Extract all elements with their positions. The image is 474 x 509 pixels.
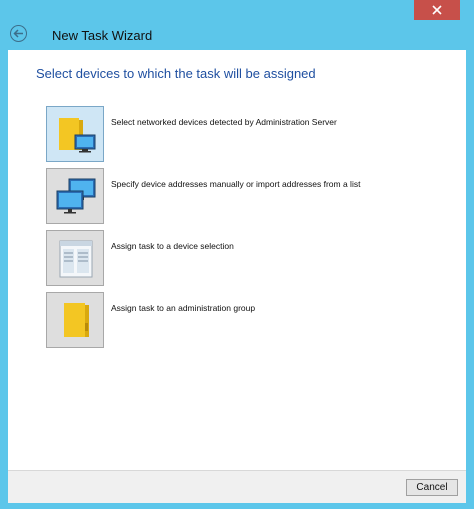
close-icon — [432, 5, 442, 15]
option-label: Assign task to a device selection — [111, 241, 234, 251]
wizard-content: Select devices to which the task will be… — [8, 50, 466, 470]
option-label: Select networked devices detected by Adm… — [111, 117, 337, 127]
device-selection-icon — [59, 240, 93, 278]
footer: Cancel — [8, 470, 466, 503]
option-tile[interactable] — [46, 230, 104, 286]
option-networked-devices[interactable]: Select networked devices detected by Adm… — [46, 106, 446, 162]
option-label: Assign task to an administration group — [111, 303, 256, 313]
close-button[interactable] — [414, 0, 460, 20]
title-bar: New Task Wizard — [0, 22, 474, 48]
back-arrow-icon — [13, 29, 23, 38]
option-tile[interactable] — [46, 168, 104, 224]
back-button[interactable] — [10, 25, 27, 42]
option-manual-addresses[interactable]: Specify device addresses manually or imp… — [46, 168, 446, 224]
option-device-selection[interactable]: Assign task to a device selection — [46, 230, 446, 286]
window-title: New Task Wizard — [52, 28, 153, 43]
page-heading: Select devices to which the task will be… — [36, 66, 316, 81]
folder-computer-icon — [59, 118, 96, 153]
option-tile[interactable] — [46, 106, 104, 162]
two-monitors-icon — [56, 178, 96, 214]
option-administration-group[interactable]: Assign task to an administration group — [46, 292, 446, 348]
option-tile[interactable] — [46, 292, 104, 348]
cancel-button[interactable]: Cancel — [406, 479, 458, 496]
option-label: Specify device addresses manually or imp… — [111, 179, 361, 189]
folder-icon — [64, 303, 89, 337]
